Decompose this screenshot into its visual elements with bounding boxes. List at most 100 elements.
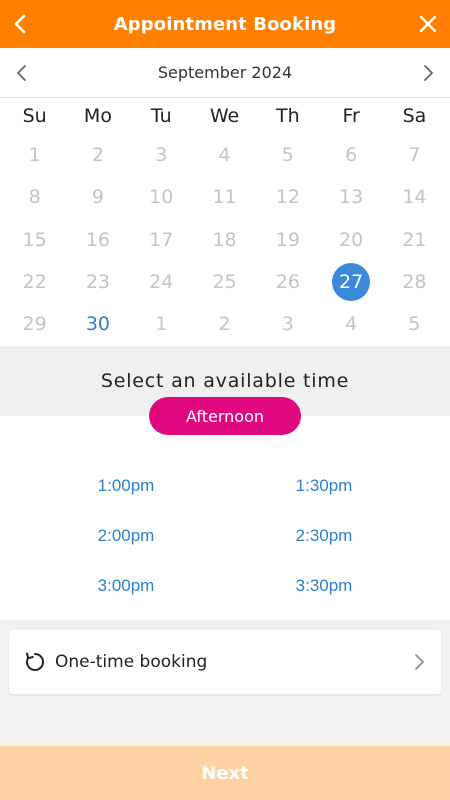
day-number: 1: [28, 144, 41, 167]
weekday-label: Mo: [83, 105, 112, 127]
day-number: 7: [408, 144, 421, 167]
time-slot[interactable]: 2:00pm: [66, 526, 186, 546]
day-number: 1: [155, 313, 168, 336]
day-number: 9: [91, 186, 104, 209]
day-number: 4: [345, 313, 358, 336]
day-number: 8: [28, 186, 41, 209]
day-number: 15: [22, 228, 47, 251]
weekday-label: We: [209, 105, 240, 127]
next-button[interactable]: Next: [0, 746, 450, 800]
day-cell: 3: [130, 134, 193, 176]
day-number: 5: [281, 144, 294, 167]
day-cell: 7: [383, 134, 446, 176]
close-button[interactable]: [414, 10, 442, 38]
day-number: 28: [402, 271, 427, 294]
time-slot[interactable]: 1:00pm: [66, 476, 186, 496]
day-number: 23: [85, 271, 111, 294]
day-cell: 21: [383, 219, 446, 261]
time-slot[interactable]: 3:00pm: [66, 576, 186, 596]
day-cell: 28: [383, 261, 446, 303]
day-number: 5: [408, 313, 421, 336]
day-number: 22: [22, 271, 47, 294]
day-cell: 1: [3, 134, 66, 176]
day-number: 12: [275, 186, 300, 209]
day-number: 25: [212, 271, 237, 294]
day-cell-selected[interactable]: 27: [319, 261, 382, 303]
day-number: 30: [85, 313, 111, 336]
day-cell: 5: [256, 134, 319, 176]
day-cell: 6: [319, 134, 382, 176]
day-cell: 4: [193, 134, 256, 176]
previous-month-button[interactable]: [8, 60, 34, 86]
day-number: 3: [281, 313, 294, 336]
chevron-right-icon: [415, 654, 424, 670]
period-selector[interactable]: Afternoon: [149, 397, 301, 435]
day-cell: 14: [383, 176, 446, 218]
day-cell: 26: [256, 261, 319, 303]
day-cell: 23: [66, 261, 129, 303]
day-cell: 16: [66, 219, 129, 261]
day-cell: 13: [319, 176, 382, 218]
day-cell: 15: [3, 219, 66, 261]
day-cell[interactable]: 30: [66, 303, 129, 345]
day-cell: 2: [193, 303, 256, 345]
day-cell: 17: [130, 219, 193, 261]
day-number: 2: [91, 144, 104, 167]
refresh-icon: [26, 652, 44, 671]
day-cell: 18: [193, 219, 256, 261]
day-cell: 8: [3, 176, 66, 218]
day-cell: 1: [130, 303, 193, 345]
weekday-label: Sa: [402, 105, 427, 127]
time-slot[interactable]: 1:30pm: [264, 476, 384, 496]
month-label: September 2024: [157, 63, 293, 82]
day-number: 6: [345, 144, 358, 167]
day-number: 14: [402, 186, 427, 209]
day-number: 27: [332, 263, 371, 302]
next-month-button[interactable]: [416, 60, 442, 86]
day-number: 4: [218, 144, 231, 167]
day-cell: 20: [319, 219, 382, 261]
day-number: 19: [275, 228, 300, 251]
day-cell: 2: [66, 134, 129, 176]
day-cell: 12: [256, 176, 319, 218]
weekday-header: Su Mo Tu We Th Fr Sa: [0, 98, 450, 134]
day-cell: 10: [130, 176, 193, 218]
day-cell: 9: [66, 176, 129, 218]
day-number: 3: [155, 144, 168, 167]
day-number: 16: [85, 228, 111, 251]
weekday-label: Su: [22, 105, 47, 127]
day-number: 2: [218, 313, 231, 336]
day-cell: 24: [130, 261, 193, 303]
weekday-label: Th: [276, 105, 300, 127]
booking-type-row[interactable]: One-time booking: [9, 630, 441, 694]
chevron-right-icon: [424, 65, 433, 81]
time-slot[interactable]: 3:30pm: [264, 576, 384, 596]
day-grid: 1 2 3 4 5 6 7 8 9 10 11 12 13 14 15 16 17 18 19 20 21 22 23 24 2…: [0, 134, 450, 345]
chevron-left-icon: [17, 65, 26, 81]
close-icon: [419, 15, 437, 33]
chevron-left-icon: [14, 14, 26, 34]
day-number: 13: [339, 186, 364, 209]
app-header: Appointment Booking: [0, 0, 450, 48]
page-title: Appointment Booking: [113, 13, 337, 35]
day-cell: 3: [256, 303, 319, 345]
day-number: 20: [339, 228, 364, 251]
day-number: 24: [149, 271, 174, 294]
day-cell: 4: [319, 303, 382, 345]
weekday-label: Tu: [150, 105, 172, 127]
appointment-booking-screen: Appointment Booking September 2024 Su Mo T…: [0, 0, 450, 800]
day-cell: 22: [3, 261, 66, 303]
day-cell: 19: [256, 219, 319, 261]
day-number: 29: [22, 313, 47, 336]
day-number: 21: [402, 228, 427, 251]
time-slot[interactable]: 2:30pm: [264, 526, 384, 546]
back-button[interactable]: [6, 10, 34, 38]
weekday-label: Fr: [342, 105, 360, 127]
time-prompt: Select an available time: [100, 370, 350, 392]
day-cell: 25: [193, 261, 256, 303]
day-number: 10: [149, 186, 174, 209]
booking-type-label: One-time booking: [55, 652, 208, 672]
day-number: 11: [212, 186, 237, 209]
month-navigator: September 2024: [0, 48, 450, 98]
day-cell: 5: [383, 303, 446, 345]
